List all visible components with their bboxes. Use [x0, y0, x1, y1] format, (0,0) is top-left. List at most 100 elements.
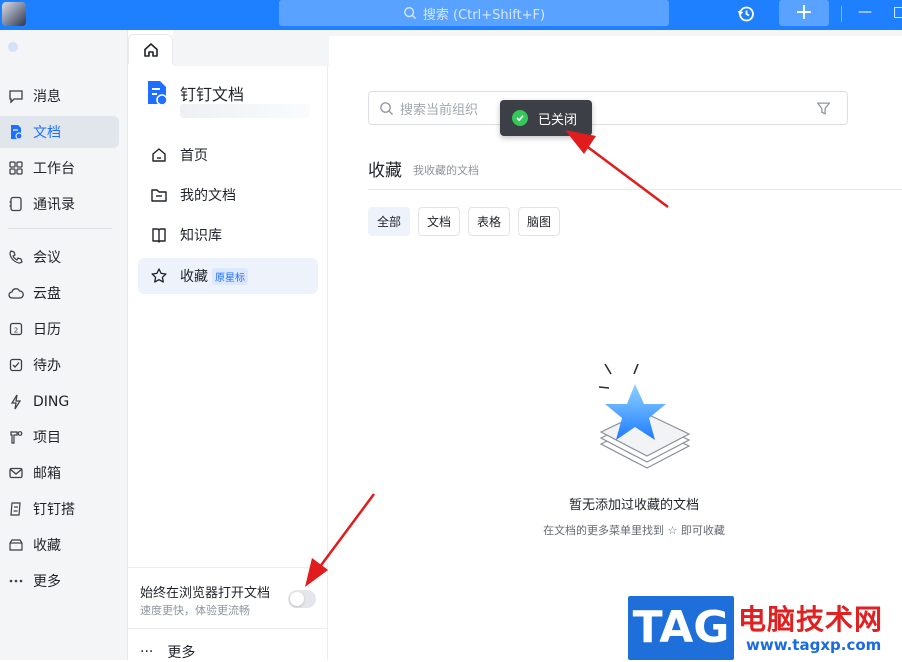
filter-chip-all[interactable]: 全部: [368, 207, 410, 236]
watermark-url: www.tagxp.com: [746, 636, 882, 654]
docs-sidebar: 钉钉文档 首页 我的文档 知识库 收藏 原星标 始终在浏览器打开文档 速度更快，…: [128, 30, 902, 662]
maximize-icon[interactable]: □: [893, 4, 902, 20]
open-in-browser-title: 始终在浏览器打开文档: [140, 586, 271, 601]
nav-item-cloud-drive[interactable]: 云盘: [0, 277, 119, 309]
section-title: 收藏: [368, 161, 402, 181]
nav-item-workbench[interactable]: 工作台: [0, 152, 119, 184]
nav-item-contacts[interactable]: 通讯录: [0, 188, 119, 220]
sidebar-more-label: 更多: [167, 645, 196, 661]
contacts-icon: [9, 196, 22, 212]
global-search-placeholder: 搜索 (Ctrl+Shift+F): [422, 7, 546, 23]
watermark: TAG 电脑技术网 www.tagxp.com: [628, 596, 902, 660]
search-icon: [380, 101, 394, 115]
build-icon: [10, 502, 21, 516]
dingtalk-docs-logo: [146, 80, 168, 106]
nav-label: 工作台: [33, 161, 75, 177]
favorite-box-icon: [9, 539, 23, 551]
project-icon: [10, 431, 23, 444]
global-search-box[interactable]: 搜索 (Ctrl+Shift+F): [279, 0, 669, 26]
legacy-star-badge: 原星标: [212, 267, 248, 285]
nav-label: 更多: [33, 574, 61, 590]
nav-label: 邮箱: [33, 466, 61, 482]
document-icon: [11, 125, 23, 140]
sidebar-item-label: 我的文档: [180, 188, 236, 204]
nav-label: 文档: [33, 125, 61, 141]
sidebar-item-home[interactable]: 首页: [138, 137, 318, 173]
open-in-browser-toggle[interactable]: [288, 590, 316, 608]
nav-item-documents[interactable]: 文档: [0, 116, 119, 148]
todo-icon: [9, 358, 23, 372]
filter-icon[interactable]: [816, 101, 831, 116]
open-in-browser-setting: 始终在浏览器打开文档 速度更快，体验更流畅: [128, 567, 328, 629]
nav-label: 消息: [33, 89, 61, 105]
nav-item-project[interactable]: 项目: [0, 421, 119, 453]
star-icon: [151, 268, 167, 283]
sidebar-item-favorites[interactable]: 收藏 原星标: [138, 258, 318, 294]
sidebar-more-button[interactable]: ··· 更多: [140, 642, 195, 662]
lightning-icon: [10, 394, 22, 410]
nav-label: 待办: [33, 358, 61, 374]
folder-icon: [151, 189, 167, 202]
app-title: 钉钉文档: [180, 85, 245, 104]
more-dots-icon: [9, 579, 23, 583]
empty-hint-before: 在文档的更多菜单里找到: [543, 524, 665, 537]
sidebar-item-my-docs[interactable]: 我的文档: [138, 177, 318, 213]
nav-item-messages[interactable]: 消息: [0, 80, 119, 112]
nav-item-ding[interactable]: DING: [0, 386, 119, 418]
nav-label: 通讯录: [33, 197, 75, 213]
empty-state-title: 暂无添加过收藏的文档: [568, 498, 699, 513]
nav-label: DING: [33, 394, 70, 410]
phone-icon: [9, 250, 23, 264]
cloud-icon: [8, 288, 24, 299]
search-icon: [403, 7, 417, 20]
toast-text: 已关闭: [538, 112, 578, 128]
title-bar: 搜索 (Ctrl+Shift+F) + — □: [0, 0, 902, 30]
more-dots-icon: ···: [140, 644, 154, 660]
home-icon: [152, 148, 166, 162]
section-divider: [368, 189, 902, 190]
nav-item-calendar[interactable]: 2 日历: [0, 313, 119, 345]
org-search-placeholder: 搜索当前组织: [400, 102, 479, 118]
status-dot: [8, 42, 18, 52]
filter-chip-sheets[interactable]: 表格: [468, 207, 510, 236]
create-plus-button[interactable]: +: [779, 0, 829, 26]
user-avatar[interactable]: [2, 2, 26, 26]
nav-item-favorites[interactable]: 收藏: [0, 529, 119, 561]
nav-item-mailbox[interactable]: 邮箱: [0, 457, 119, 489]
toast-notification: 已关闭: [500, 100, 592, 136]
book-icon: [152, 228, 166, 243]
nav-label: 云盘: [33, 286, 61, 302]
watermark-tag-logo: TAG: [628, 596, 734, 660]
nav-item-dingda[interactable]: 钉钉搭: [0, 493, 119, 525]
sidebar-item-label: 首页: [180, 148, 208, 164]
tab-home[interactable]: [128, 34, 173, 64]
sidebar-item-label: 收藏: [180, 269, 208, 285]
star-outline-icon: ☆: [667, 524, 681, 537]
title-bar-divider: [841, 6, 842, 22]
nav-item-todo[interactable]: 待办: [0, 349, 119, 381]
svg-text:2: 2: [14, 327, 18, 335]
empty-star-illustration: [598, 363, 691, 469]
check-circle-icon: [512, 110, 528, 126]
nav-item-more[interactable]: 更多: [0, 565, 119, 597]
org-name-blurred: [180, 104, 310, 118]
calendar-icon: 2: [9, 322, 23, 336]
empty-state-hint: 在文档的更多菜单里找到 ☆ 即可收藏: [418, 522, 850, 538]
minimize-icon[interactable]: —: [858, 4, 872, 20]
history-icon[interactable]: [735, 3, 757, 25]
org-search-input[interactable]: 搜索当前组织: [368, 91, 848, 125]
filter-chip-docs[interactable]: 文档: [418, 207, 460, 236]
left-navigation: 消息 文档 工作台 通讯录 会议 云盘 2 日历 待办 DING 项目 邮箱 钉…: [0, 30, 128, 660]
home-icon: [143, 42, 158, 57]
filter-chip-mindmap[interactable]: 脑图: [518, 207, 560, 236]
open-in-browser-subtitle: 速度更快，体验更流畅: [140, 604, 250, 617]
sidebar-item-knowledge-base[interactable]: 知识库: [138, 217, 318, 253]
nav-item-meeting[interactable]: 会议: [0, 241, 119, 273]
nav-label: 钉钉搭: [33, 502, 75, 518]
mail-icon: [9, 467, 23, 479]
app-header: 钉钉文档: [146, 80, 244, 106]
empty-hint-after: 即可收藏: [680, 524, 725, 537]
nav-label: 项目: [33, 430, 61, 446]
nav-label: 会议: [33, 250, 61, 266]
watermark-title: 电脑技术网: [738, 603, 884, 636]
